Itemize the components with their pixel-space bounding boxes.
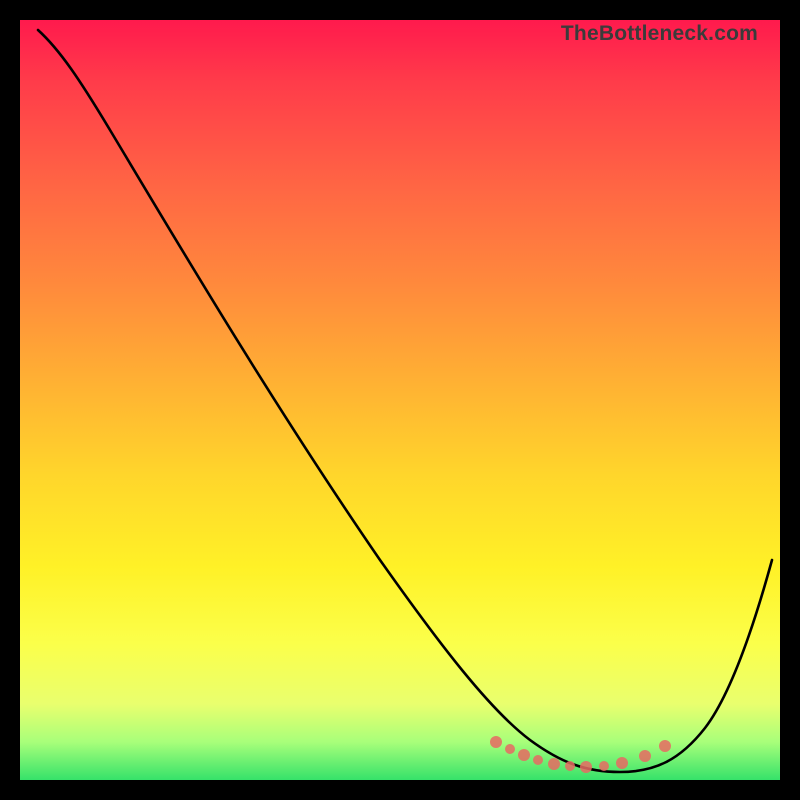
bottleneck-curve-path [38, 30, 772, 772]
chart-frame: TheBottleneck.com [20, 20, 780, 780]
dot-cluster [490, 736, 671, 773]
bottleneck-curve-svg [20, 20, 780, 780]
